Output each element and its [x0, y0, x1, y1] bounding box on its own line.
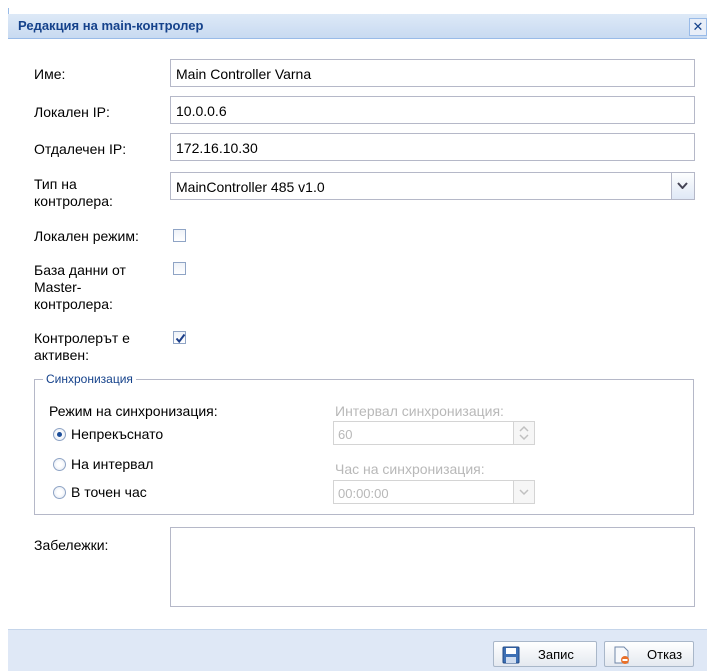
interval-spinner[interactable]: 60: [333, 421, 535, 445]
notes-textarea[interactable]: [170, 527, 695, 607]
cancel-button-label: Отказ: [647, 647, 683, 662]
floppy-disk-icon: [502, 646, 520, 664]
save-button-label: Запис: [538, 647, 574, 662]
cancel-button[interactable]: Отказ: [604, 641, 694, 667]
master-db-label-line1: База данни от: [34, 262, 126, 278]
master-db-label-line3: контролера:: [34, 296, 113, 312]
controller-type-value: MainController 485 v1.0: [176, 179, 325, 195]
time-select[interactable]: 00:00:00: [333, 480, 535, 504]
local-ip-label: Локален IP:: [34, 104, 110, 120]
cancel-document-icon: [614, 646, 629, 664]
radio-exact-time-label[interactable]: В точен час: [71, 484, 147, 501]
interval-label: Интервал синхронизация:: [335, 403, 504, 419]
remote-ip-label: Отдалечен IP:: [34, 141, 127, 157]
controller-type-label-line2: контролера:: [34, 193, 113, 209]
notes-label: Забележки:: [34, 537, 109, 553]
active-label-line2: активен:: [34, 347, 89, 363]
name-input[interactable]: Main Controller Varna: [170, 59, 695, 87]
master-db-label-line2: Master-: [34, 279, 82, 295]
window-titlebar[interactable]: Редакция на main-контролер ✕: [8, 14, 707, 39]
active-checkbox[interactable]: [173, 331, 186, 344]
master-db-checkbox[interactable]: [173, 262, 186, 275]
remote-ip-input[interactable]: 172.16.10.30: [170, 133, 695, 161]
controller-type-select[interactable]: MainController 485 v1.0: [170, 172, 695, 200]
radio-exact-time[interactable]: [53, 486, 66, 499]
window-title: Редакция на main-контролер: [18, 18, 204, 33]
local-ip-input[interactable]: 10.0.0.6: [170, 96, 695, 124]
name-label: Име:: [34, 66, 66, 82]
local-mode-label: Локален режим:: [34, 228, 139, 244]
sync-legend: Синхронизация: [43, 372, 136, 386]
time-label: Час на синхронизация:: [335, 461, 485, 477]
window-footer: [8, 629, 707, 671]
chevron-down-icon[interactable]: [671, 173, 694, 199]
active-label-line1: Контролерът е: [34, 330, 130, 346]
local-mode-checkbox[interactable]: [173, 229, 186, 242]
close-icon[interactable]: ✕: [689, 18, 707, 36]
interval-value: 60: [338, 427, 353, 442]
radio-interval-label[interactable]: На интервал: [71, 456, 153, 473]
spinner-icon[interactable]: [513, 422, 534, 444]
radio-continuous[interactable]: [53, 428, 66, 441]
time-value: 00:00:00: [338, 486, 389, 501]
sync-mode-label: Режим на синхронизация:: [49, 403, 218, 419]
save-button[interactable]: Запис: [493, 641, 597, 667]
radio-continuous-label[interactable]: Непрекъснато: [71, 426, 163, 443]
chevron-down-icon[interactable]: [513, 481, 534, 503]
controller-type-label-line1: Тип на: [34, 176, 77, 192]
radio-interval[interactable]: [53, 458, 66, 471]
checkmark-icon: [175, 333, 186, 344]
